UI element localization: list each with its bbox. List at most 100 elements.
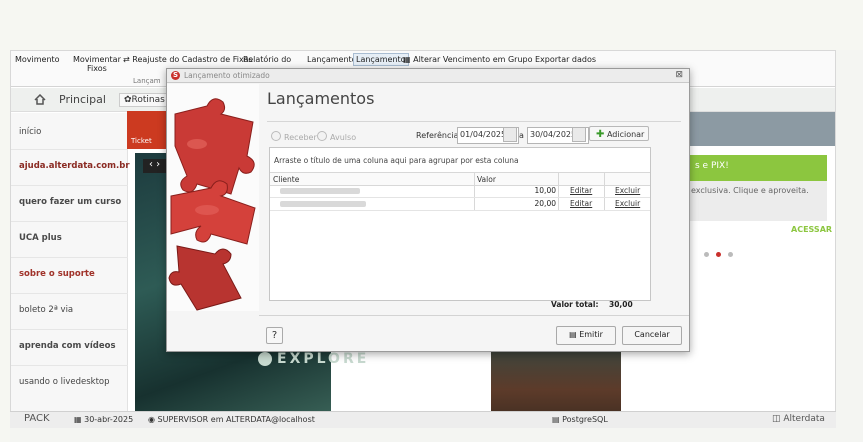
tab-principal[interactable]: Principal (59, 93, 106, 106)
database-icon: ▤ (552, 415, 563, 424)
edit-link[interactable]: Editar (570, 186, 592, 195)
calendar-icon[interactable] (572, 127, 586, 142)
status-date-label: 30-abr-2025 (84, 415, 134, 424)
status-user-label: SUPERVISOR em ALTERDATA@localhost (157, 415, 315, 424)
ribbon-lancamento[interactable]: Lançamento (307, 55, 357, 64)
sidebar-item-inicio[interactable]: início (19, 127, 41, 137)
footer-divider (259, 315, 689, 316)
lancamentos-grid: Arraste o título de uma coluna aqui para… (269, 147, 651, 301)
total-value: 30,00 (609, 300, 633, 309)
emit-button-label: Emitir (579, 330, 603, 339)
status-user: ◉ SUPERVISOR em ALTERDATA@localhost (148, 415, 315, 424)
sidebar-divider (11, 257, 128, 258)
date-separator: a (519, 131, 524, 140)
column-cliente[interactable]: Cliente (273, 175, 299, 184)
table-row[interactable]: 10,00 Editar Excluir (270, 185, 650, 198)
referencia-label: Referência: (416, 131, 462, 140)
plus-icon: ✚ (596, 129, 605, 140)
sidebar-divider (11, 365, 128, 366)
rotinas-icon: ✿ (124, 95, 132, 105)
ribbon-alterar-vencimento[interactable]: ▦ Alterar Vencimento em Grupo (403, 55, 533, 64)
cancel-button[interactable]: Cancelar (622, 326, 682, 345)
close-icon[interactable]: ⊠ (675, 70, 683, 80)
column-divider (604, 198, 605, 210)
radio-circle (271, 131, 281, 141)
sidebar: início ajuda.alterdata.com.br quero faze… (11, 113, 130, 427)
print-icon: ▤ (569, 330, 580, 339)
promo-text: s e PIX! (695, 161, 729, 171)
table-row[interactable]: 20,00 Editar Excluir (270, 198, 650, 211)
explore-play-icon (258, 352, 272, 366)
ribbon-alterar-label: Alterar Vencimento em Grupo (413, 55, 533, 64)
column-divider (558, 185, 559, 197)
sidebar-item-ajuda[interactable]: ajuda.alterdata.com.br (19, 161, 130, 171)
emit-button[interactable]: ▤ Emitir (556, 326, 616, 345)
sidebar-item-livedesktop[interactable]: usando o livedesktop (19, 377, 110, 387)
sidebar-divider (11, 185, 128, 186)
status-bar: PACK ▦ 30-abr-2025 ◉ SUPERVISOR em ALTER… (10, 411, 836, 428)
carousel-dot[interactable] (728, 252, 733, 257)
client-name-blurred (280, 188, 360, 194)
status-brand: ◫ Alterdata (772, 414, 825, 424)
add-button-label: Adicionar (606, 130, 645, 139)
sidebar-item-boleto[interactable]: boleto 2ª via (19, 305, 73, 315)
column-divider (474, 173, 475, 185)
help-button[interactable]: ? (266, 327, 283, 344)
sidebar-divider (11, 149, 128, 150)
reajuste-icon: ⇄ (123, 55, 133, 64)
client-name-blurred (280, 201, 366, 207)
calendar-icon[interactable] (503, 127, 517, 142)
sidebar-item-videos[interactable]: aprenda com vídeos (19, 341, 116, 351)
radio-circle (317, 131, 327, 141)
ribbon-exportar-dados[interactable]: Exportar dados (535, 55, 596, 64)
total-label: Valor total: (551, 300, 599, 309)
column-valor[interactable]: Valor (477, 175, 496, 184)
ticket-label: Ticket (131, 137, 152, 145)
desktop-background-top (0, 0, 863, 50)
ribbon-reajuste-cadastro-fixos[interactable]: ⇄ Reajuste do Cadastro de Fixos (123, 55, 253, 64)
sidebar-item-uca-plus[interactable]: UCA plus (19, 233, 62, 243)
dialog-titlebar: S Lançamento otimizado ⊠ (167, 69, 689, 83)
ticket-tile[interactable]: Ticket (127, 111, 167, 149)
carousel-dot-active[interactable] (716, 252, 721, 257)
acessar-link[interactable]: ACESSAR (791, 225, 832, 234)
sidebar-divider (11, 329, 128, 330)
brand-logo-icon: ◫ (772, 414, 784, 424)
desktop-background-left (0, 0, 10, 442)
radio-avulso[interactable]: Avulso (317, 131, 356, 142)
group-by-hint: Arraste o título de uma coluna aqui para… (274, 156, 519, 165)
ribbon-movimentar-fixos[interactable]: Movimentar Fixos (73, 55, 121, 73)
calendar-icon: ▦ (403, 55, 414, 64)
edit-link[interactable]: Editar (570, 199, 592, 208)
delete-link[interactable]: Excluir (615, 199, 640, 208)
explore-text: EXPLORE (277, 351, 370, 367)
status-pack: PACK (24, 413, 50, 424)
add-button[interactable]: ✚ Adicionar (589, 126, 649, 141)
sidebar-divider (11, 221, 128, 222)
column-divider (558, 173, 559, 185)
dialog-title: Lançamento otimizado (184, 71, 270, 80)
sidebar-divider (11, 293, 128, 294)
status-db-label: PostgreSQL (562, 415, 608, 424)
status-database: ▤ PostgreSQL (552, 415, 608, 424)
ribbon-reajuste-label: Reajuste do Cadastro de Fixos (132, 55, 253, 64)
user-icon: ◉ (148, 415, 158, 424)
promo-banner[interactable]: s e PIX! (687, 155, 827, 181)
row-valor: 10,00 (534, 186, 556, 195)
ribbon-movimento[interactable]: Movimento (15, 55, 60, 64)
sidebar-item-curso[interactable]: quero fazer um curso (19, 197, 121, 207)
ribbon-lancamento-active[interactable]: Lançamento (353, 53, 409, 66)
carousel-dot[interactable] (704, 252, 709, 257)
sidebar-item-suporte[interactable]: sobre o suporte (19, 269, 95, 279)
status-brand-label: Alterdata (783, 414, 825, 424)
column-divider (604, 185, 605, 197)
ribbon-relatorio[interactable]: Relatório do (243, 55, 291, 64)
radio-avulso-label: Avulso (330, 133, 357, 142)
column-divider (604, 173, 605, 185)
carousel-dots (704, 252, 754, 262)
delete-link[interactable]: Excluir (615, 186, 640, 195)
radio-receber[interactable]: Receber (271, 131, 317, 142)
home-icon[interactable] (34, 94, 46, 105)
column-divider (474, 185, 475, 197)
puzzle-pieces-icon (167, 84, 259, 311)
